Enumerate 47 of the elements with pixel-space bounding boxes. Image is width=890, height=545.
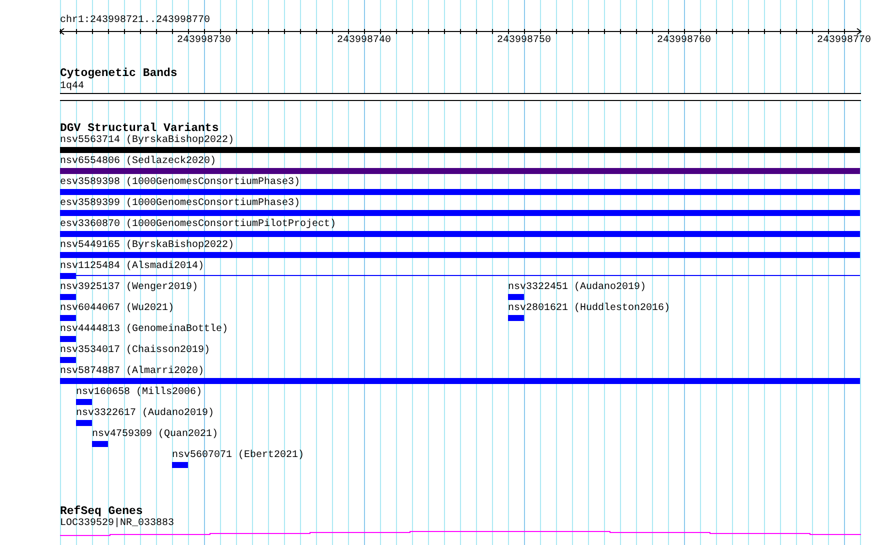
variant-bar[interactable] xyxy=(508,294,524,300)
variant-bar[interactable] xyxy=(60,273,76,279)
variant-label: nsv160658 (Mills2006) xyxy=(76,387,202,399)
ruler-tick-label: 243998750 xyxy=(497,35,551,47)
position-label: chr1:243998721..243998770 xyxy=(60,15,212,27)
variant-bar[interactable] xyxy=(60,252,860,258)
variant-label: nsv5607071 (Ebert2021) xyxy=(172,450,304,462)
variant-label: esv3360870 (1000GenomesConsortiumPilotProject) xyxy=(60,219,336,231)
variant-bar[interactable] xyxy=(60,231,860,237)
track-title: DGV Structural Variants xyxy=(60,122,219,135)
variant-label: nsv1125484 (Alsmadi2014) xyxy=(60,261,204,273)
track-title: RefSeq Genes xyxy=(60,505,143,518)
variant-label: nsv3925137 (Wenger2019) xyxy=(60,282,198,294)
ruler-tick-label: 243998760 xyxy=(657,35,711,47)
variant-bar[interactable] xyxy=(76,420,92,426)
variant-label: nsv5449165 (ByrskaBishop2022) xyxy=(60,240,234,252)
variant-bar[interactable] xyxy=(508,315,524,321)
variant-label: nsv4759309 (Quan2021) xyxy=(92,429,218,441)
variant-label: nsv6044067 (Wu2021) xyxy=(60,303,174,315)
variant-label: nsv6554806 (Sedlazeck2020) xyxy=(60,156,216,168)
variant-bar[interactable] xyxy=(172,462,188,468)
variant-bar[interactable] xyxy=(60,357,76,363)
variant-bar[interactable] xyxy=(60,189,860,195)
variant-label: esv3589398 (1000GenomesConsortiumPhase3) xyxy=(60,177,300,189)
variant-label: esv3589399 (1000GenomesConsortiumPhase3) xyxy=(60,198,300,210)
variant-label: nsv5563714 (ByrskaBishop2022) xyxy=(60,135,234,147)
variant-label: nsv2801621 (Huddleston2016) xyxy=(508,303,670,315)
variant-bar[interactable] xyxy=(60,336,76,342)
variant-label: nsv3322451 (Audano2019) xyxy=(508,282,646,294)
variant-bar[interactable] xyxy=(60,294,76,300)
variant-bar[interactable] xyxy=(60,210,860,216)
variant-bar[interactable] xyxy=(60,315,76,321)
variant-label: nsv3322617 (Audano2019) xyxy=(76,408,214,420)
variant-label: nsv4444813 (GenomeinaBottle) xyxy=(60,324,228,336)
variant-bar[interactable] xyxy=(60,378,860,384)
variant-bar[interactable] xyxy=(60,147,860,153)
ruler-tick-label: 243998740 xyxy=(337,35,391,47)
variant-bar[interactable] xyxy=(60,168,860,174)
variant-bar[interactable] xyxy=(76,399,92,405)
variant-label: nsv5874887 (Almarri2020) xyxy=(60,366,204,378)
gene-label: LOC339529|NR_033883 xyxy=(60,518,174,530)
ruler-tick-label: 243998730 xyxy=(177,35,231,47)
variant-bar[interactable] xyxy=(92,441,108,447)
variant-label: nsv3534017 (Chaisson2019) xyxy=(60,345,210,357)
track-title: Cytogenetic Bands xyxy=(60,67,178,80)
band-label: 1q44 xyxy=(60,80,84,93)
ruler-tick-label: 243998770 xyxy=(817,35,871,47)
